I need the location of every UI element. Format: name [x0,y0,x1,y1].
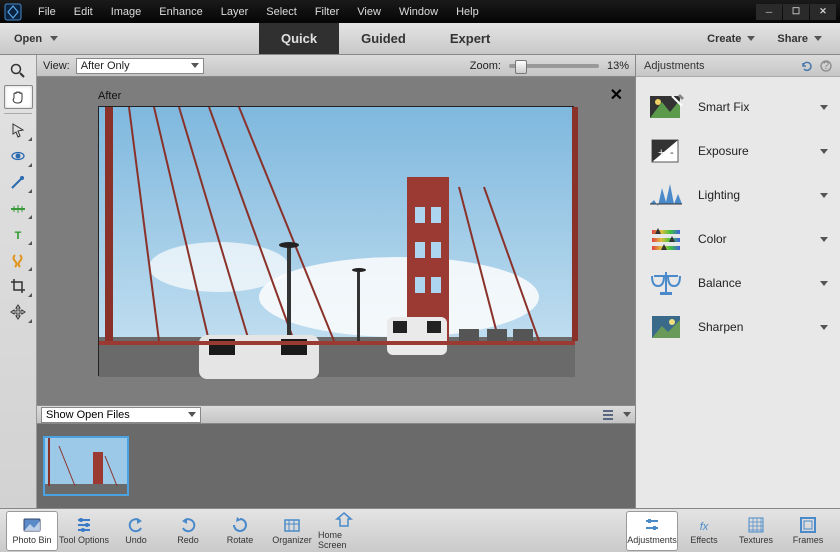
thumbnail[interactable] [43,436,129,496]
caret-icon [820,105,828,110]
bin-menu-button[interactable] [623,412,631,417]
caret-icon [188,412,196,417]
bin-select[interactable]: Show Open Files [41,407,201,423]
sharpen-icon [648,311,684,343]
caret-icon [820,193,828,198]
taskbar-home-screen[interactable]: Home Screen [318,511,370,551]
close-document-button[interactable]: ✕ [610,85,623,105]
taskbar-undo[interactable]: Undo [110,511,162,551]
open-label: Open [14,33,42,45]
menu-layer[interactable]: Layer [213,3,257,21]
options-bar: View: After Only Zoom: 13% [37,55,635,77]
taskbar-rotate[interactable]: Rotate [214,511,266,551]
reset-icon[interactable] [800,60,814,72]
open-button[interactable]: Open [0,23,72,54]
caret-icon [820,281,828,286]
preview-label: After [98,90,121,102]
balance-icon [648,267,684,299]
menu-enhance[interactable]: Enhance [151,3,210,21]
menu-view[interactable]: View [349,3,389,21]
svg-text:+: + [658,147,664,159]
move-tool[interactable] [4,300,33,324]
taskbar-tool-options[interactable]: Tool Options [58,511,110,551]
caret-icon [820,325,828,330]
svg-text:T: T [15,230,22,242]
mode-tab-expert[interactable]: Expert [428,23,512,54]
caret-icon [820,149,828,154]
hand-tool[interactable] [4,85,33,109]
menu-image[interactable]: Image [103,3,150,21]
view-label: View: [43,60,70,72]
crop-tool[interactable] [4,274,33,298]
menu-file[interactable]: File [30,3,64,21]
adjustment-smart-fix[interactable]: Smart Fix [636,85,840,129]
view-select[interactable]: After Only [76,58,204,74]
adjustment-lighting[interactable]: Lighting [636,173,840,217]
adjustments-panel: Adjustments ? Smart Fix+-ExposureLightin… [635,55,840,508]
bin-bar: Show Open Files [37,405,635,424]
menu-edit[interactable]: Edit [66,3,101,21]
adjustment-sharpen[interactable]: Sharpen [636,305,840,349]
zoom-label: Zoom: [470,60,501,72]
share-button[interactable]: Share [769,33,830,45]
selection-tool[interactable] [4,118,33,142]
taskbar-redo[interactable]: Redo [162,511,214,551]
svg-text:?: ? [823,60,829,72]
maximize-button[interactable]: ☐ [783,4,809,20]
healing-tool[interactable] [4,248,33,272]
lighting-icon [648,179,684,211]
taskbar-textures[interactable]: Textures [730,511,782,551]
redeye-tool[interactable] [4,144,33,168]
zoom-slider[interactable] [509,64,599,68]
task-bar: Photo BinTool OptionsUndoRedoRotateOrgan… [0,508,840,552]
menu-window[interactable]: Window [391,3,446,21]
zoom-value: 13% [607,60,629,72]
photo-bin [37,424,635,508]
straighten-tool[interactable] [4,196,33,220]
adjustment-exposure[interactable]: +-Exposure [636,129,840,173]
canvas-area: ✕ After [37,77,635,405]
list-view-icon[interactable] [603,409,617,421]
taskbar-organizer[interactable]: Organizer [266,511,318,551]
adjustment-balance[interactable]: Balance [636,261,840,305]
text-tool[interactable]: T [4,222,33,246]
help-icon[interactable]: ? [820,60,832,72]
mode-bar: Open QuickGuidedExpert Create Share [0,23,840,55]
mode-tab-quick[interactable]: Quick [259,23,339,54]
menu-help[interactable]: Help [448,3,487,21]
caret-icon [820,237,828,242]
app-logo-icon [4,3,22,21]
panel-title: Adjustments [644,60,705,72]
close-button[interactable]: ✕ [810,4,836,20]
svg-text:-: - [670,147,674,159]
smart-fix-icon [648,91,684,123]
menu-bar[interactable]: FileEditImageEnhanceLayerSelectFilterVie… [30,3,487,21]
taskbar-photo-bin[interactable]: Photo Bin [6,511,58,551]
tool-palette: T [0,55,37,508]
menu-filter[interactable]: Filter [307,3,347,21]
caret-icon [50,36,58,41]
whiten-tool[interactable] [4,170,33,194]
color-icon [648,223,684,255]
minimize-button[interactable]: ─ [756,4,782,20]
create-button[interactable]: Create [699,33,763,45]
adjustment-color[interactable]: Color [636,217,840,261]
exposure-icon: +- [648,135,684,167]
zoom-tool[interactable] [4,59,33,83]
taskbar-adjustments[interactable]: Adjustments [626,511,678,551]
taskbar-frames[interactable]: Frames [782,511,834,551]
taskbar-effects[interactable]: fxEffects [678,511,730,551]
title-bar: FileEditImageEnhanceLayerSelectFilterVie… [0,0,840,23]
document-preview[interactable] [98,106,574,376]
caret-icon [747,36,755,41]
mode-tab-guided[interactable]: Guided [339,23,428,54]
caret-icon [814,36,822,41]
svg-text:fx: fx [700,521,709,533]
caret-icon [191,63,199,68]
menu-select[interactable]: Select [258,3,305,21]
